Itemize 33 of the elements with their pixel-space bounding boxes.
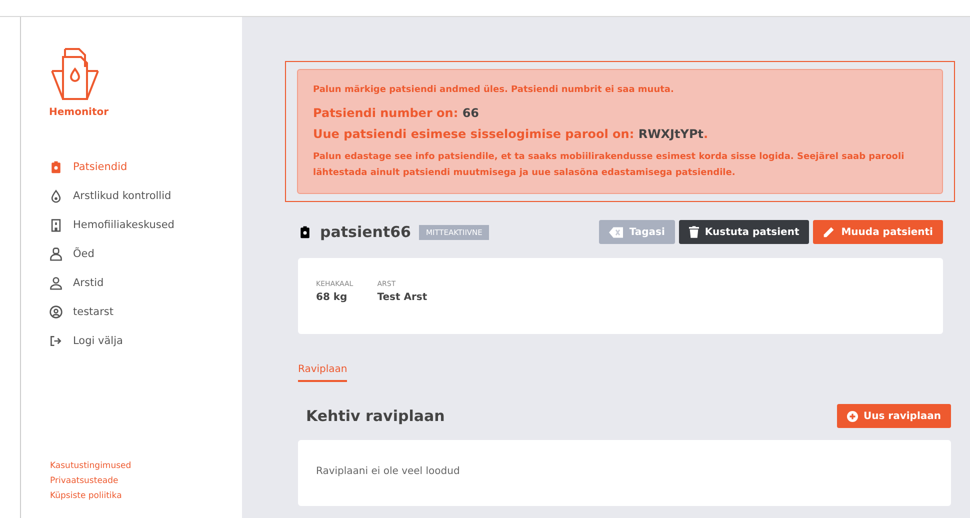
footer-link[interactable]: Privaatsusteade bbox=[50, 476, 242, 486]
plus-circle-icon bbox=[846, 410, 858, 422]
alert-intro: Palun märkige patsiendi andmed üles. Patsiendi numbrit ei saa muuta. bbox=[313, 84, 675, 97]
tab[interactable]: Raviplaan bbox=[298, 364, 348, 382]
nav-item[interactable]: Arstid bbox=[49, 276, 242, 290]
building-icon bbox=[49, 218, 63, 232]
logo-icon bbox=[49, 47, 101, 103]
nav-item[interactable]: testarst bbox=[49, 305, 242, 319]
field-value: Test Arst bbox=[377, 292, 428, 303]
drop-icon bbox=[49, 189, 63, 203]
password-line: Uue patsiendi esimese sisselogimise parool on: RWXJtYPt. bbox=[313, 126, 710, 143]
nav-item[interactable]: Arstlikud kontrollid bbox=[49, 189, 242, 203]
nav-item[interactable]: Patsiendid bbox=[49, 160, 242, 174]
trash-icon bbox=[688, 226, 699, 238]
new-plan-button[interactable]: Uus raviplaan bbox=[836, 404, 951, 428]
nav-item[interactable]: Logi välja bbox=[49, 334, 242, 348]
edit-button[interactable]: Muuda patsienti bbox=[813, 220, 943, 244]
delete-button[interactable]: Kustuta patsient bbox=[678, 220, 810, 244]
empty-message: Raviplaani ei ole veel loodud bbox=[316, 466, 460, 477]
footer-link[interactable]: Küpsiste poliitika bbox=[50, 491, 242, 501]
patient-number-line: Patsiendi number on: 66 bbox=[313, 105, 480, 122]
nav-item[interactable]: Õed bbox=[49, 247, 242, 261]
account-icon bbox=[49, 305, 63, 319]
alert-note: Palun edastage see info patsiendile, et ta saaks mobiilirakendusse esimest korda sisse logida. Seejärel saab parooli lähtestada ainult patsiendi muutmisega ja uue salasõna edastamisega patsiendile. bbox=[313, 151, 906, 180]
brand-name: Hemonitor bbox=[49, 107, 110, 118]
footer-link[interactable]: Kasutustingimused bbox=[50, 461, 242, 471]
field-value: 68 kg bbox=[316, 292, 348, 303]
section-title: Kehtiv raviplaan bbox=[306, 407, 445, 425]
pencil-icon bbox=[823, 226, 836, 238]
patient-name: patsient66 bbox=[320, 223, 411, 241]
logout-icon bbox=[49, 334, 63, 348]
nav-item[interactable]: Hemofiiliakeskused bbox=[49, 218, 242, 232]
backspace-icon bbox=[609, 226, 624, 238]
